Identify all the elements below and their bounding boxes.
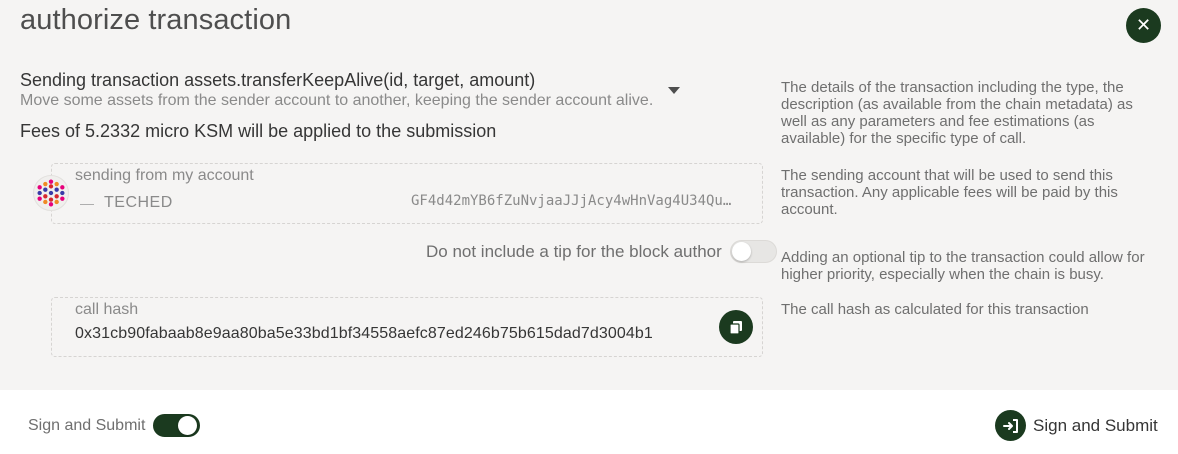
copy-icon xyxy=(729,321,742,335)
account-address: GF4d42mYB6fZuNvjaaJJjAcy4wHnVag4U34Qu… xyxy=(411,193,732,209)
transaction-header[interactable]: Sending transaction assets.transferKeepA… xyxy=(20,70,760,110)
tip-toggle-knob xyxy=(731,242,751,261)
account-name: TECHED xyxy=(104,194,173,211)
sign-and-submit-button[interactable]: Sign and Submit xyxy=(995,410,1158,441)
call-hash-field: call hash 0x31cb90fabaab8e9aa80ba5e33bd1… xyxy=(51,297,763,357)
help-sending: The sending account that will be used to… xyxy=(781,167,1118,218)
transaction-summary: Sending transaction assets.transferKeepA… xyxy=(20,70,760,142)
tip-toggle[interactable] xyxy=(729,240,777,263)
call-hash-value: 0x31cb90fabaab8e9aa80ba5e33bd1bf34558aef… xyxy=(75,325,653,342)
copy-hash-button[interactable] xyxy=(719,310,753,344)
sign-submit-toggle-label: Sign and Submit xyxy=(28,416,146,434)
account-identicon xyxy=(33,175,69,211)
sign-submit-toggle-knob xyxy=(178,416,198,435)
transaction-method: Sending transaction assets.transferKeepA… xyxy=(20,70,536,90)
sign-and-submit-label: Sign and Submit xyxy=(1033,415,1158,435)
modal-footer: Sign and Submit Sign and Submit xyxy=(0,390,1178,454)
close-icon: ✕ xyxy=(1135,15,1152,35)
sign-submit-toggle[interactable] xyxy=(153,414,201,437)
minus-icon: — xyxy=(80,195,94,211)
modal-title: authorize transaction xyxy=(20,4,292,36)
sign-in-icon xyxy=(995,410,1026,441)
close-button[interactable]: ✕ xyxy=(1126,8,1161,43)
help-hash: The call hash as calculated for this tra… xyxy=(781,301,1089,318)
help-details: The details of the transaction including… xyxy=(781,79,1133,147)
help-tip: Adding an optional tip to the transactio… xyxy=(781,249,1145,283)
tip-row: Do not include a tip for the block autho… xyxy=(426,240,777,263)
call-hash-label: call hash xyxy=(75,301,139,318)
fees-text: Fees of 5.2332 micro KSM will be applied… xyxy=(20,121,497,141)
account-field-label: sending from my account xyxy=(75,167,254,184)
account-field[interactable]: sending from my account — TECHED GF4d42m… xyxy=(51,163,763,224)
transaction-description: Move some assets from the sender account… xyxy=(20,92,654,109)
sign-submit-toggle-row: Sign and Submit xyxy=(28,414,201,437)
tip-toggle-label: Do not include a tip for the block autho… xyxy=(426,241,722,261)
expand-caret-icon[interactable] xyxy=(668,87,680,94)
